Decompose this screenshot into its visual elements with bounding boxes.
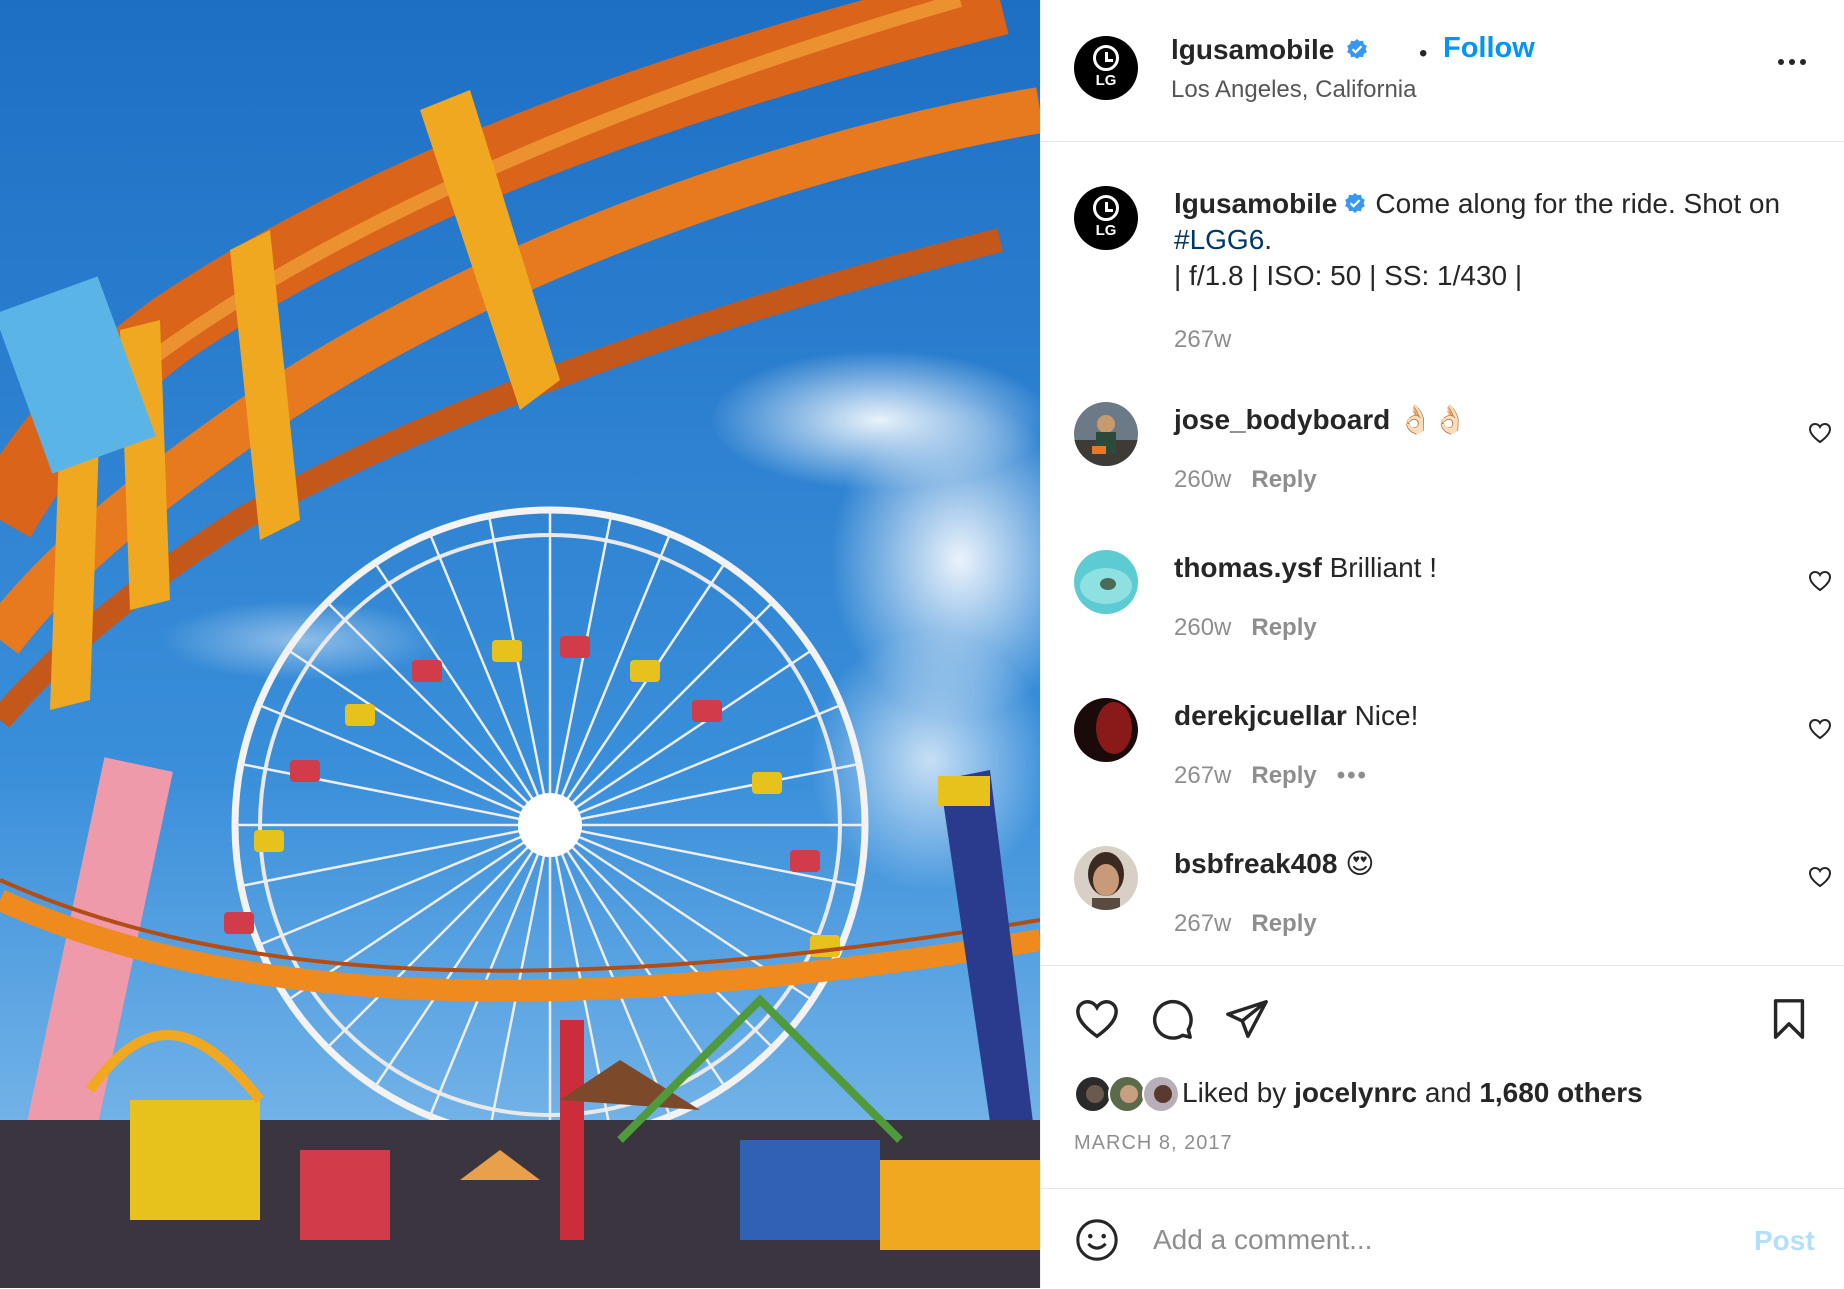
commenter-avatar[interactable] bbox=[1074, 846, 1138, 910]
comment-time[interactable]: 260w bbox=[1174, 614, 1231, 641]
comment-meta: 260w Reply bbox=[1174, 614, 1317, 642]
caption-avatar[interactable]: LG bbox=[1074, 186, 1138, 250]
comment-username[interactable]: jose_bodyboard bbox=[1174, 404, 1390, 435]
comment-line: derekjcuellar Nice! bbox=[1174, 698, 1418, 734]
caption-period: . bbox=[1264, 224, 1273, 255]
likes-middle: and bbox=[1424, 1077, 1472, 1108]
comment-text: Nice! bbox=[1354, 700, 1419, 731]
post-comment-button[interactable]: Post bbox=[1754, 1225, 1815, 1257]
save-bookmark-icon[interactable] bbox=[1766, 996, 1812, 1042]
comment-time[interactable]: 267w bbox=[1174, 762, 1231, 789]
comment-username[interactable]: bsbfreak408 bbox=[1174, 848, 1337, 879]
actions-divider bbox=[1041, 965, 1844, 967]
likes-text: Liked by jocelynrc and 1,680 others bbox=[1182, 1077, 1643, 1109]
caption-line-2: #LGG6. bbox=[1174, 222, 1272, 258]
caption-text: Come along for the ride. Shot on bbox=[1375, 188, 1781, 219]
liker-avatar bbox=[1142, 1075, 1180, 1113]
comment-time[interactable]: 267w bbox=[1174, 910, 1231, 937]
caption-hashtag[interactable]: #LGG6 bbox=[1174, 224, 1264, 255]
reply-button[interactable]: Reply bbox=[1251, 762, 1316, 789]
post-location[interactable]: Los Angeles, California bbox=[1171, 76, 1416, 104]
like-comment-heart-icon[interactable] bbox=[1808, 569, 1832, 593]
caption-camera-settings: | f/1.8 | ISO: 50 | SS: 1/430 | bbox=[1174, 260, 1523, 291]
comment-meta: 260w Reply bbox=[1174, 466, 1317, 494]
comment-meta: 267w Reply ••• bbox=[1174, 762, 1368, 790]
lg-logo-icon bbox=[1093, 194, 1119, 221]
comment-text: 👌🏻👌🏻 bbox=[1398, 404, 1468, 435]
verified-badge-icon bbox=[1347, 39, 1367, 59]
post-photo[interactable] bbox=[0, 0, 1040, 1288]
comment-line: jose_bodyboard 👌🏻👌🏻 bbox=[1174, 402, 1468, 438]
author-username[interactable]: lgusamobile bbox=[1171, 34, 1334, 65]
post-date[interactable]: MARCH 8, 2017 bbox=[1074, 1132, 1233, 1155]
lg-logo-icon bbox=[1093, 44, 1119, 71]
avatar-logo-text: LG bbox=[1095, 221, 1117, 239]
comment-line: thomas.ysf Brilliant ! bbox=[1174, 550, 1437, 586]
share-paper-plane-icon[interactable] bbox=[1224, 996, 1270, 1042]
comment-time[interactable]: 260w bbox=[1174, 466, 1231, 493]
comment-more-options[interactable]: ••• bbox=[1337, 762, 1368, 789]
like-comment-heart-icon[interactable] bbox=[1808, 421, 1832, 445]
comment-text: 😍 bbox=[1345, 848, 1375, 879]
comment-bubble-icon[interactable] bbox=[1149, 996, 1195, 1042]
more-horizontal-icon[interactable] bbox=[1778, 52, 1818, 72]
commenter-avatar[interactable] bbox=[1074, 550, 1138, 614]
post-sidebar: LG lgusamobile • Follow Los Angeles, Cal… bbox=[1040, 0, 1844, 1288]
avatar-logo-text: LG bbox=[1095, 71, 1117, 89]
like-comment-heart-icon[interactable] bbox=[1808, 865, 1832, 889]
commenter-avatar[interactable] bbox=[1074, 402, 1138, 466]
caption-username[interactable]: lgusamobile bbox=[1174, 188, 1337, 219]
comment-username[interactable]: thomas.ysf bbox=[1174, 552, 1322, 583]
add-comment-bar: Post bbox=[1041, 1188, 1844, 1289]
emoji-smiley-icon[interactable] bbox=[1074, 1217, 1120, 1263]
comment-text: Brilliant ! bbox=[1329, 552, 1437, 583]
likes-others[interactable]: 1,680 others bbox=[1479, 1077, 1642, 1108]
header-separator: • bbox=[1419, 40, 1428, 67]
caption-line-1: lgusamobile Come along for the ride. Sho… bbox=[1174, 186, 1780, 222]
likes-user[interactable]: jocelynrc bbox=[1294, 1077, 1417, 1108]
reply-button[interactable]: Reply bbox=[1251, 614, 1316, 641]
comment-line: bsbfreak408 😍 bbox=[1174, 846, 1374, 882]
caption-time[interactable]: 267w bbox=[1174, 326, 1231, 354]
like-comment-heart-icon[interactable] bbox=[1808, 717, 1832, 741]
liker-avatar bbox=[1074, 1075, 1112, 1113]
reply-button[interactable]: Reply bbox=[1251, 910, 1316, 937]
verified-badge-icon bbox=[1345, 193, 1366, 213]
likes-summary: Liked by jocelynrc and 1,680 others bbox=[1074, 1075, 1834, 1115]
likes-prefix: Liked by bbox=[1182, 1077, 1287, 1108]
liker-avatar bbox=[1108, 1075, 1146, 1113]
post-header: LG lgusamobile • Follow Los Angeles, Cal… bbox=[1041, 0, 1844, 142]
add-comment-input[interactable] bbox=[1151, 1211, 1725, 1269]
comment-meta: 267w Reply bbox=[1174, 910, 1317, 938]
reply-button[interactable]: Reply bbox=[1251, 466, 1316, 493]
like-heart-icon[interactable] bbox=[1074, 996, 1120, 1042]
follow-button[interactable]: Follow bbox=[1443, 32, 1535, 65]
author-avatar[interactable]: LG bbox=[1074, 36, 1138, 100]
amusement-park-photo bbox=[0, 0, 1040, 1288]
commenter-avatar[interactable] bbox=[1074, 698, 1138, 762]
comment-username[interactable]: derekjcuellar bbox=[1174, 700, 1347, 731]
instagram-post: LG lgusamobile • Follow Los Angeles, Cal… bbox=[0, 0, 1844, 1288]
